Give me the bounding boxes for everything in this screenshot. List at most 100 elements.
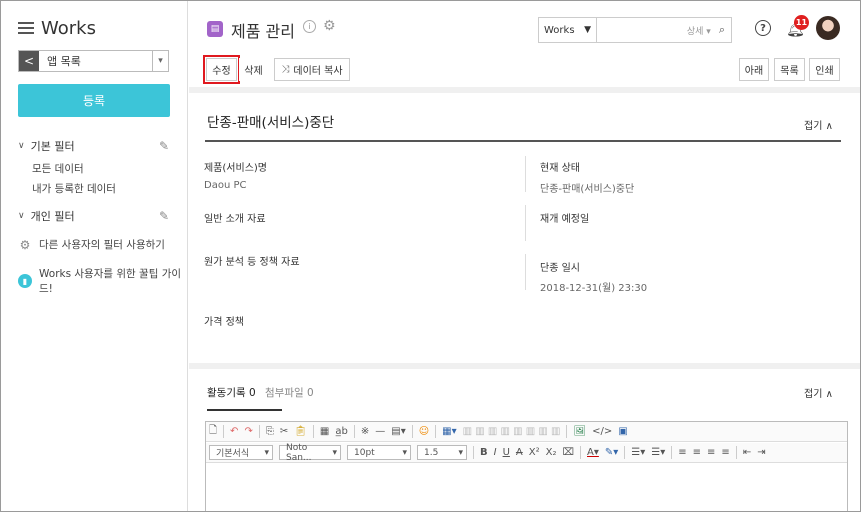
page-title: 제품 관리 bbox=[231, 22, 295, 41]
column-divider bbox=[525, 254, 526, 290]
field-label: 제품(서비스)명 bbox=[204, 163, 268, 174]
field-value: 2018-12-31(월) 23:30 bbox=[540, 283, 648, 294]
tab-activity[interactable]: 활동기록 0 bbox=[207, 385, 256, 400]
guide-label: Works 사용자를 위한 꿀팁 가이드! bbox=[39, 268, 182, 295]
align-right-icon[interactable]: ≡ bbox=[707, 447, 715, 458]
use-other-filter-link[interactable]: ⚙ 다른 사용자의 필터 사용하기 bbox=[18, 237, 165, 252]
caret-down-icon: ▼ bbox=[584, 25, 591, 35]
preview-icon[interactable]: ▣ bbox=[618, 426, 627, 437]
search-scope-select[interactable]: Works ▼ bbox=[539, 18, 597, 42]
column-divider bbox=[525, 205, 526, 241]
list-button[interactable]: 목록 bbox=[774, 58, 805, 81]
edit-button[interactable]: 수정 bbox=[203, 55, 240, 84]
italic-icon[interactable]: I bbox=[494, 447, 497, 458]
line-height-select[interactable]: 1.5 ▾ bbox=[417, 445, 467, 460]
chevron-up-icon: ∧ bbox=[825, 121, 833, 132]
search-input[interactable]: 상세 ▾ ⌕ bbox=[597, 18, 731, 42]
align-justify-icon[interactable]: ≡ bbox=[721, 447, 729, 458]
main-content: ▤ 제품 관리 i ⚙ Works ▼ 상세 ▾ ⌕ ? 🔔︎ 11 수정 삭제 … bbox=[189, 1, 860, 511]
format-select[interactable]: 기본서식 ▾ bbox=[209, 445, 273, 460]
down-button[interactable]: 아래 bbox=[739, 58, 769, 81]
highlight-icon[interactable]: ✎▾ bbox=[605, 447, 618, 458]
field-label: 현재 상태 bbox=[540, 163, 580, 174]
section-gap bbox=[189, 363, 860, 369]
brand-title: Works bbox=[41, 18, 96, 39]
register-button[interactable]: 등록 bbox=[18, 84, 170, 117]
copy-data-button[interactable]: ⤨ 데이터 복사 bbox=[274, 58, 350, 81]
redo-icon[interactable]: ↷ bbox=[244, 426, 252, 437]
info-icon[interactable]: i bbox=[303, 20, 316, 33]
filter-item-all[interactable]: 모든 데이터 bbox=[32, 161, 84, 176]
editor-body[interactable] bbox=[206, 464, 847, 511]
find-replace-icon[interactable]: a̲b bbox=[335, 426, 347, 437]
strikethrough-icon[interactable]: A bbox=[516, 447, 523, 458]
copy-data-label: 데이터 복사 bbox=[293, 66, 343, 77]
html-icon[interactable]: </> bbox=[592, 426, 612, 437]
fold-toggle[interactable]: 접기 ∧ bbox=[804, 117, 833, 132]
font-select[interactable]: Noto San... ▾ bbox=[279, 443, 341, 463]
app-list-label: 앱 목록 bbox=[47, 55, 81, 68]
personal-filter-header[interactable]: ∨ 개인 필터 ✎ bbox=[18, 208, 169, 224]
section-divider bbox=[205, 140, 841, 142]
subscript-icon[interactable]: X₂ bbox=[546, 447, 557, 458]
special-char-icon[interactable]: ※ bbox=[361, 426, 369, 437]
search-icon[interactable]: ⌕ bbox=[719, 23, 725, 37]
avatar[interactable] bbox=[816, 16, 840, 40]
tab-attachments[interactable]: 첨부파일 0 bbox=[265, 385, 314, 400]
shuffle-icon: ⤨ bbox=[281, 64, 290, 75]
paste-icon[interactable]: 📋︎ bbox=[294, 426, 307, 437]
gear-icon[interactable]: ⚙ bbox=[323, 18, 336, 34]
ordered-list-icon[interactable]: ☰▾ bbox=[631, 447, 645, 458]
unordered-list-icon[interactable]: ☰▾ bbox=[651, 447, 665, 458]
table-icon[interactable]: ▦▾ bbox=[442, 426, 456, 437]
print-button[interactable]: 인쇄 bbox=[809, 58, 840, 81]
font-size-select[interactable]: 10pt ▾ bbox=[347, 445, 411, 460]
cut-icon[interactable]: ✂ bbox=[280, 426, 288, 437]
select-all-icon[interactable]: ▦ bbox=[320, 426, 329, 437]
text-color-icon[interactable]: A▾ bbox=[587, 447, 599, 458]
font-size-value: 10pt bbox=[354, 447, 375, 458]
back-icon[interactable]: < bbox=[19, 51, 39, 71]
field-label: 재개 예정일 bbox=[540, 214, 590, 225]
rich-text-editor: 🗋 ↶ ↷ ⎘ ✂ 📋︎ ▦ a̲b ※ — ▤▾ ☺ ▦▾ ▥ ▥ ▥ ▥ ▥ bbox=[205, 421, 848, 511]
undo-icon[interactable]: ↶ bbox=[230, 426, 238, 437]
underline-icon[interactable]: U bbox=[503, 447, 510, 458]
new-doc-icon[interactable]: 🗋 bbox=[209, 423, 217, 440]
search-detail-label: 상세 bbox=[686, 26, 704, 37]
column-divider bbox=[525, 156, 526, 192]
fold-toggle[interactable]: 접기 ∧ bbox=[804, 385, 833, 400]
outdent-icon[interactable]: ⇤ bbox=[743, 447, 751, 458]
table-tools-icon[interactable]: ▥ ▥ ▥ ▥ ▥ ▥ ▥ ▥ bbox=[463, 426, 561, 437]
superscript-icon[interactable]: X² bbox=[529, 447, 540, 458]
menu-icon[interactable] bbox=[18, 22, 34, 35]
filter-item-mine[interactable]: 내가 등록한 데이터 bbox=[32, 181, 116, 196]
field-value: 단종-판매(서비스)중단 bbox=[540, 184, 635, 195]
chevron-down-icon: ∨ bbox=[18, 141, 25, 151]
header: ▤ 제품 관리 i ⚙ Works ▼ 상세 ▾ ⌕ ? 🔔︎ 11 수정 삭제 … bbox=[189, 1, 860, 93]
basic-filter-header[interactable]: ∨ 기본 필터 ✎ bbox=[18, 138, 169, 154]
gear-icon: ⚙ bbox=[19, 237, 31, 252]
pencil-icon[interactable]: ✎ bbox=[159, 209, 169, 223]
align-center-icon[interactable]: ≡ bbox=[693, 447, 701, 458]
indent-icon[interactable]: ⇥ bbox=[757, 447, 765, 458]
active-tab-indicator bbox=[207, 409, 282, 411]
help-icon[interactable]: ? bbox=[755, 20, 771, 36]
format-value: 기본서식 bbox=[216, 449, 250, 459]
pencil-icon[interactable]: ✎ bbox=[159, 139, 169, 153]
emoticon-icon[interactable]: ☺ bbox=[419, 426, 429, 437]
copy-icon[interactable]: ⎘ bbox=[266, 426, 274, 437]
guide-link[interactable]: ▮ Works 사용자를 위한 꿀팁 가이드! bbox=[18, 266, 187, 296]
horizontal-line-icon[interactable]: — bbox=[375, 426, 385, 437]
search-detail-toggle[interactable]: 상세 ▾ bbox=[687, 24, 711, 37]
bold-icon[interactable]: B bbox=[480, 447, 488, 458]
notification-badge: 11 bbox=[794, 15, 809, 30]
image-icon[interactable]: 🖼︎ bbox=[573, 426, 586, 437]
sidebar: Works < 앱 목록 ▾ 등록 ∨ 기본 필터 ✎ 모든 데이터 내가 등록… bbox=[1, 1, 188, 511]
delete-button[interactable]: 삭제 bbox=[239, 58, 268, 81]
align-left-icon[interactable]: ≡ bbox=[678, 447, 686, 458]
chevron-down-icon[interactable]: ▾ bbox=[152, 51, 168, 71]
insert-block-icon[interactable]: ▤▾ bbox=[391, 426, 405, 437]
app-list-select[interactable]: < 앱 목록 ▾ bbox=[18, 50, 169, 72]
clear-format-icon[interactable]: ⌧ bbox=[562, 447, 574, 458]
personal-filter-label: 개인 필터 bbox=[30, 210, 75, 223]
